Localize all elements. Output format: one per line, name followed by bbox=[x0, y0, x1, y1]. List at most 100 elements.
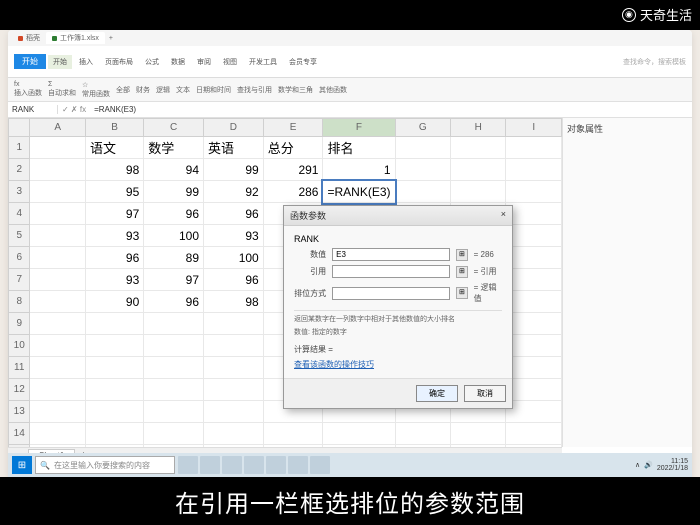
col-C[interactable]: C bbox=[144, 119, 204, 137]
menu-data[interactable]: 数据 bbox=[166, 55, 190, 69]
formula-input[interactable]: =RANK(E3) bbox=[90, 105, 692, 114]
cell[interactable]: 英语 bbox=[204, 137, 264, 159]
fn-lookup[interactable]: 查找与引用 bbox=[237, 85, 272, 95]
ribbon-search[interactable]: 查找命令，搜索模板 bbox=[623, 57, 686, 67]
cell[interactable]: 93 bbox=[204, 225, 264, 247]
taskbar-app-icon[interactable] bbox=[310, 456, 330, 474]
taskbar-app-icon[interactable] bbox=[266, 456, 286, 474]
menu-layout[interactable]: 页面布局 bbox=[100, 55, 138, 69]
taskbar-app-icon[interactable] bbox=[200, 456, 220, 474]
range-select-icon[interactable]: ⊞ bbox=[456, 287, 467, 299]
arg-order-result: = 逻辑值 bbox=[474, 282, 502, 304]
ok-button[interactable]: 确定 bbox=[416, 385, 458, 402]
cell[interactable]: 96 bbox=[204, 269, 264, 291]
fn-finance[interactable]: 财务 bbox=[136, 85, 150, 95]
tray-icon[interactable]: ∧ bbox=[635, 461, 640, 469]
cell[interactable]: 90 bbox=[85, 291, 143, 313]
col-F[interactable]: F bbox=[323, 119, 395, 137]
tray-icon[interactable]: 🔊 bbox=[644, 461, 653, 469]
arg-number-input[interactable] bbox=[332, 248, 450, 261]
cell[interactable]: 总分 bbox=[263, 137, 323, 159]
cell[interactable]: 89 bbox=[144, 247, 204, 269]
select-all-corner[interactable] bbox=[9, 119, 30, 137]
fx-icon[interactable]: ✓ ✗ fx bbox=[58, 105, 90, 114]
clock-date[interactable]: 2022/1/18 bbox=[657, 465, 688, 472]
cell[interactable]: 语文 bbox=[85, 137, 143, 159]
taskbar-search[interactable]: 🔍在这里输入你要搜索的内容 bbox=[35, 456, 175, 474]
taskbar-app-icon[interactable] bbox=[244, 456, 264, 474]
cell[interactable]: 93 bbox=[85, 225, 143, 247]
cell[interactable]: 286 bbox=[263, 181, 323, 203]
cell[interactable]: 95 bbox=[85, 181, 143, 203]
tab-file2[interactable]: 工作簿1.xlsx bbox=[46, 32, 105, 44]
menu-insert[interactable]: 插入 bbox=[74, 55, 98, 69]
cell[interactable]: 排名 bbox=[323, 137, 395, 159]
cell[interactable]: 94 bbox=[144, 159, 204, 181]
fn-other[interactable]: 其他函数 bbox=[319, 85, 347, 95]
tab-add-icon[interactable]: + bbox=[105, 35, 117, 42]
arg-ref-input[interactable] bbox=[332, 265, 450, 278]
cell[interactable]: 1 bbox=[323, 159, 395, 181]
cell[interactable]: 97 bbox=[144, 269, 204, 291]
col-D[interactable]: D bbox=[204, 119, 264, 137]
cell[interactable]: 100 bbox=[204, 247, 264, 269]
arg-order-label: 排位方式 bbox=[294, 288, 326, 299]
arg-ref-result: = 引用 bbox=[474, 266, 502, 277]
cell[interactable]: 97 bbox=[85, 203, 143, 225]
start-button[interactable]: ⊞ bbox=[12, 456, 32, 474]
close-icon[interactable]: × bbox=[501, 209, 506, 222]
menu-view[interactable]: 视图 bbox=[218, 55, 242, 69]
menu-file[interactable]: 开始 bbox=[14, 54, 46, 69]
col-G[interactable]: G bbox=[395, 119, 450, 137]
cell[interactable]: 99 bbox=[204, 159, 264, 181]
cell[interactable]: 92 bbox=[204, 181, 264, 203]
cell[interactable]: 99 bbox=[144, 181, 204, 203]
arg-order-input[interactable] bbox=[332, 287, 450, 300]
col-A[interactable]: A bbox=[30, 119, 85, 137]
function-name: RANK bbox=[294, 234, 502, 244]
cell[interactable]: 96 bbox=[144, 291, 204, 313]
side-panel-title: 对象属性 bbox=[567, 122, 688, 135]
col-E[interactable]: E bbox=[263, 119, 323, 137]
cell[interactable]: 291 bbox=[263, 159, 323, 181]
cell[interactable]: 98 bbox=[204, 291, 264, 313]
tab-file1[interactable]: 稻壳 bbox=[12, 32, 46, 44]
range-select-icon[interactable]: ⊞ bbox=[456, 266, 467, 278]
menu-dev[interactable]: 开发工具 bbox=[244, 55, 282, 69]
fn-math[interactable]: 数学和三角 bbox=[278, 85, 313, 95]
cell[interactable]: 96 bbox=[204, 203, 264, 225]
menu-formula[interactable]: 公式 bbox=[140, 55, 164, 69]
cell[interactable]: 96 bbox=[144, 203, 204, 225]
cell[interactable]: 93 bbox=[85, 269, 143, 291]
cancel-button[interactable]: 取消 bbox=[464, 385, 506, 402]
arg-number-result: = 286 bbox=[474, 250, 502, 259]
dialog-title: 函数参数 bbox=[290, 209, 326, 222]
fn-insert-label[interactable]: fx插入函数 bbox=[14, 81, 42, 98]
autosum-label[interactable]: Σ自动求和 bbox=[48, 81, 76, 98]
fn-date[interactable]: 日期和时间 bbox=[196, 85, 231, 95]
fn-recent[interactable]: ☆常用函数 bbox=[82, 81, 110, 99]
cell[interactable]: 100 bbox=[144, 225, 204, 247]
name-box[interactable]: RANK bbox=[8, 105, 58, 114]
windows-taskbar: ⊞ 🔍在这里输入你要搜索的内容 ∧ 🔊 11:15 2022/1/18 bbox=[8, 453, 692, 477]
col-H[interactable]: H bbox=[450, 119, 505, 137]
fn-logic[interactable]: 逻辑 bbox=[156, 85, 170, 95]
cell[interactable]: 98 bbox=[85, 159, 143, 181]
help-link[interactable]: 查看该函数的操作技巧 bbox=[294, 359, 502, 370]
taskbar-app-icon[interactable] bbox=[222, 456, 242, 474]
menu-review[interactable]: 审阅 bbox=[192, 55, 216, 69]
clock-time[interactable]: 11:15 bbox=[657, 458, 688, 465]
fn-text[interactable]: 文本 bbox=[176, 85, 190, 95]
col-B[interactable]: B bbox=[85, 119, 143, 137]
active-cell[interactable]: =RANK(E3) bbox=[323, 181, 395, 203]
range-select-icon[interactable]: ⊞ bbox=[456, 249, 467, 261]
cell[interactable]: 96 bbox=[85, 247, 143, 269]
menu-home[interactable]: 开始 bbox=[48, 55, 72, 69]
menu-member[interactable]: 会员专享 bbox=[284, 55, 322, 69]
side-panel: 对象属性 bbox=[562, 118, 692, 447]
taskbar-app-icon[interactable] bbox=[288, 456, 308, 474]
col-I[interactable]: I bbox=[506, 119, 562, 137]
taskbar-app-icon[interactable] bbox=[178, 456, 198, 474]
cell[interactable]: 数学 bbox=[144, 137, 204, 159]
fn-all[interactable]: 全部 bbox=[116, 85, 130, 95]
